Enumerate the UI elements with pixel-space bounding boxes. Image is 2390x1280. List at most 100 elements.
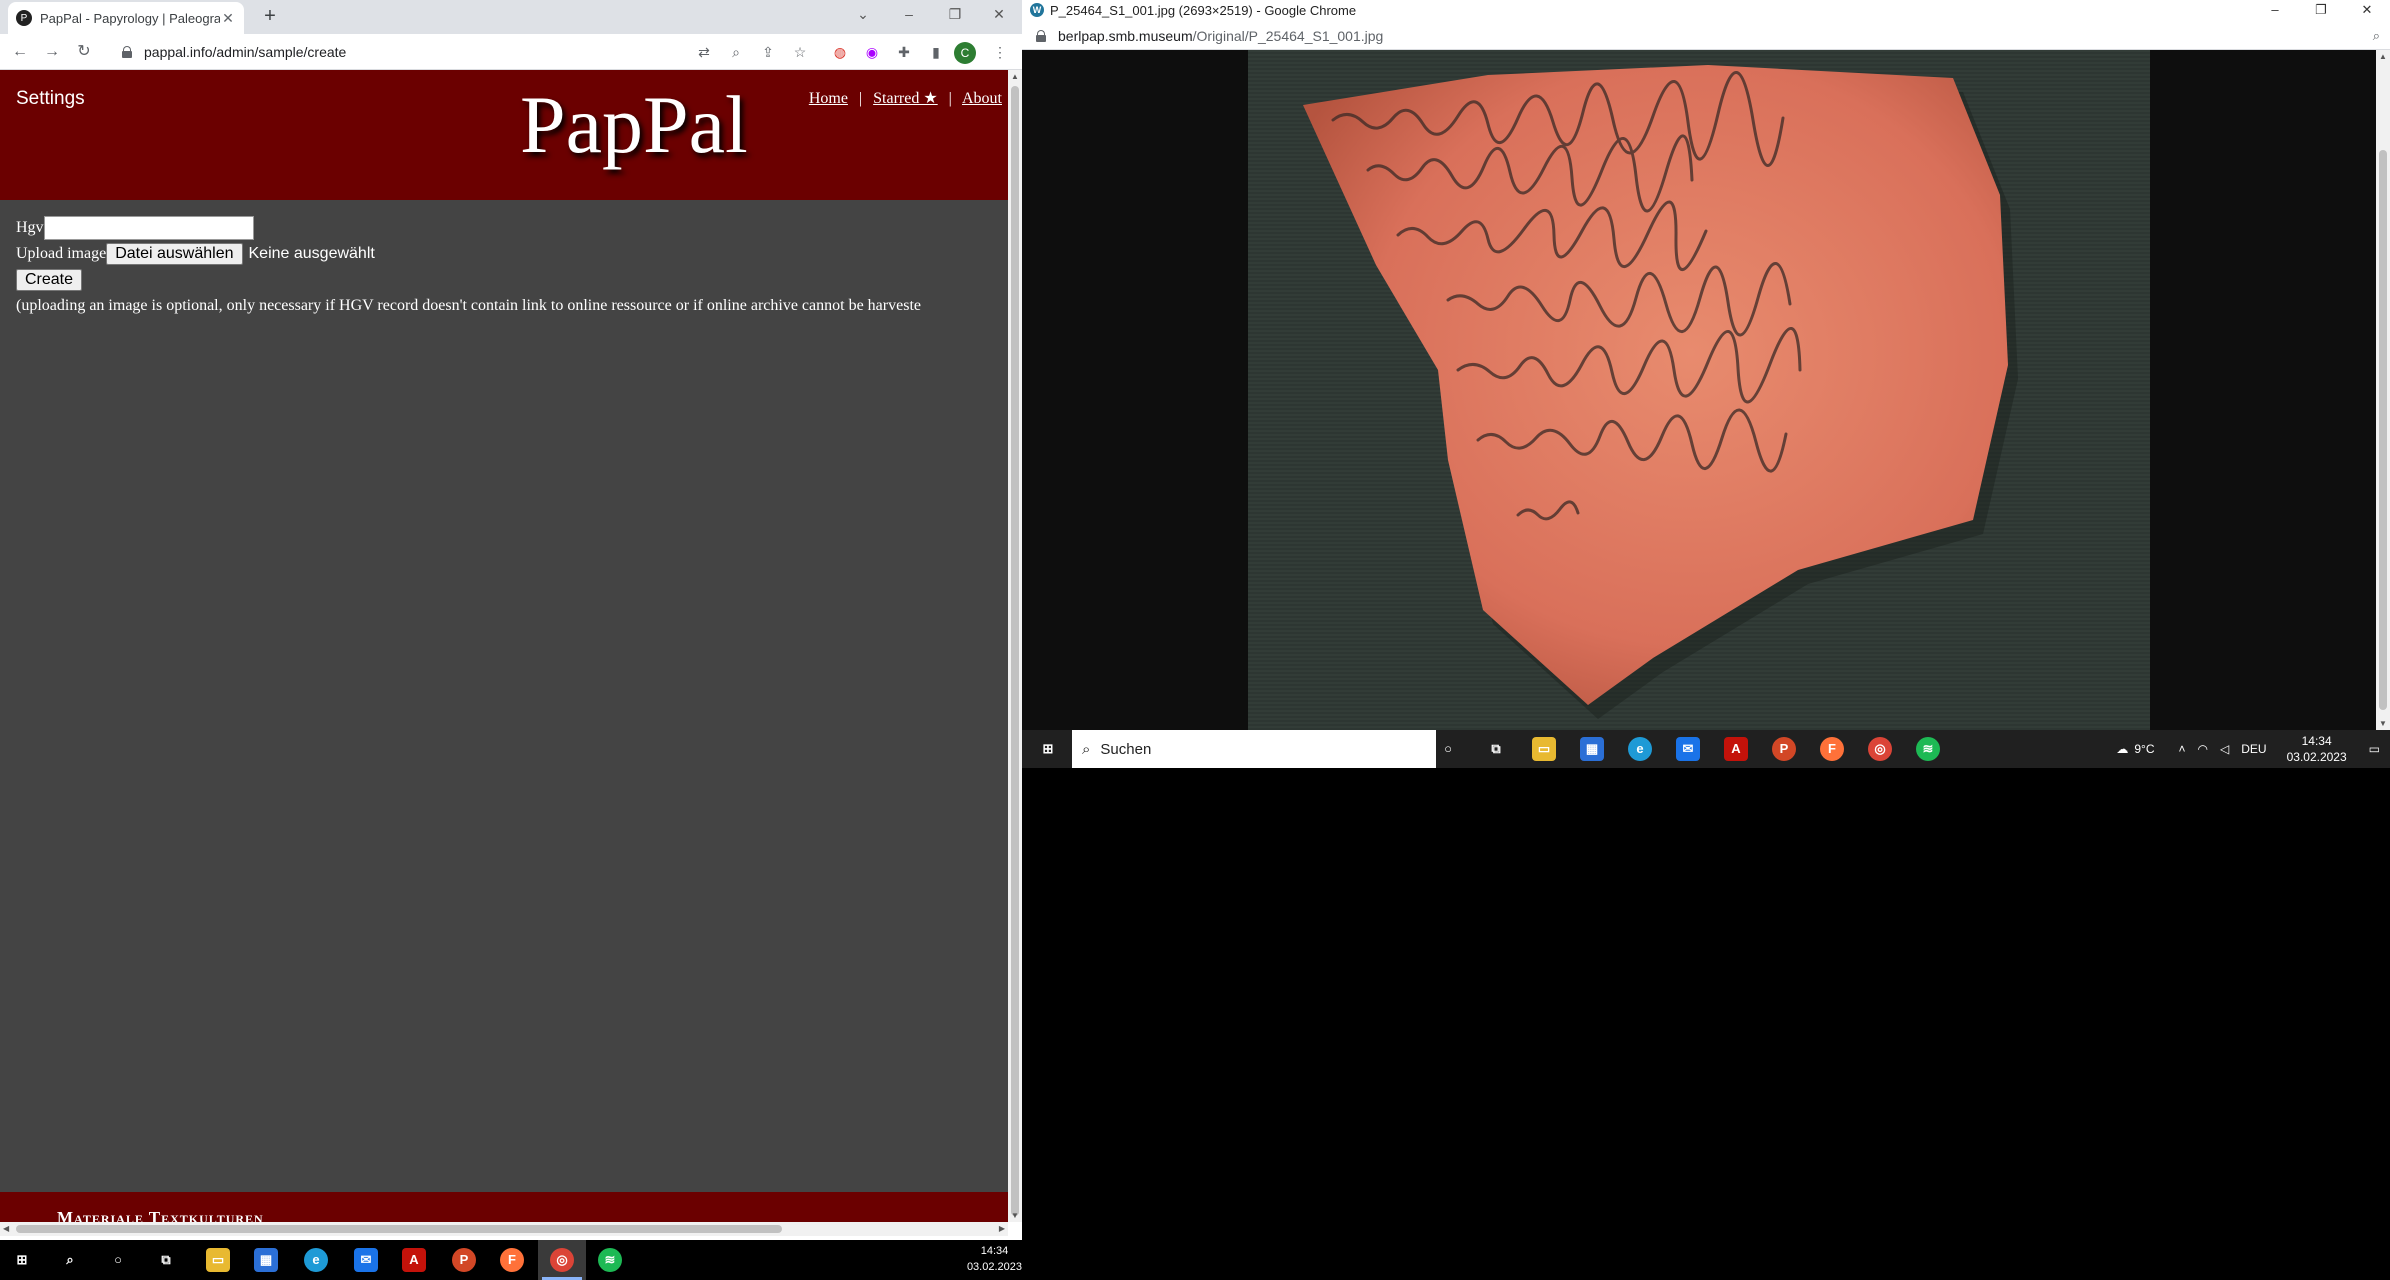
vertical-scrollbar[interactable]: ▲ ▼ [2376,50,2390,730]
spotify-icon[interactable]: ≋ [1916,737,1940,761]
upload-image-label: Upload image [16,245,107,262]
windows-start-icon[interactable]: ⊞ [10,1248,34,1272]
minimize-button[interactable]: – [2252,0,2298,22]
profile-avatar[interactable]: C [954,42,976,64]
volume-icon[interactable]: ◁ [2220,742,2229,756]
scroll-left-icon[interactable]: ◀ [3,1224,9,1233]
restore-button[interactable]: ❐ [932,0,978,30]
tab-close-icon[interactable]: ✕ [220,10,236,27]
zoom-icon[interactable]: ⌕ [2373,28,2380,44]
ostracon-image[interactable] [1248,50,2150,730]
window-title: P_25464_S1_001.jpg (2693×2519) - Google … [1050,3,1357,18]
forward-icon[interactable]: → [40,40,64,64]
vertical-scroll-thumb[interactable] [2379,150,2387,710]
horizontal-scroll-thumb[interactable] [16,1225,782,1233]
title-bar: W P_25464_S1_001.jpg (2693×2519) - Googl… [1022,0,2390,22]
tab-title: PapPal - Papyrology | Paleography [40,10,220,26]
image-viewer [1022,50,2376,730]
upload-note: (uploading an image is optional, only ne… [16,297,921,314]
edge-icon[interactable]: e [304,1248,328,1272]
powerpoint-icon[interactable]: P [1772,737,1796,761]
scroll-down-icon[interactable]: ▼ [1011,1211,1019,1220]
secondary-taskbar: ⊞ ⌕ Suchen ○ ⧉ ▭ ▦ e ✉ A P F ◎ ≋ ☁ 9°C ˄… [1022,730,2390,768]
system-tray: ☁ 9°C ˄ ◠ ◁ DEU 14:34 03.02.2023 ▭ [2116,730,2380,768]
scroll-down-icon[interactable]: ▼ [2379,719,2387,728]
settings-link[interactable]: Settings [16,88,85,110]
lock-icon [122,46,132,58]
clock[interactable]: 14:34 03.02.2023 [2287,733,2347,765]
translate-icon[interactable]: ⇄ [694,42,714,62]
search-placeholder: Suchen [1100,740,1152,758]
tab-search-icon[interactable]: ⌄ [840,0,886,30]
file-explorer-icon[interactable]: ▭ [206,1248,230,1272]
taskbar-search[interactable]: ⌕ Suchen [1072,730,1436,768]
store-icon[interactable]: ▦ [1580,737,1604,761]
clock-date: 03.02.2023 [2286,750,2347,764]
reload-icon[interactable]: ↻ [72,40,96,64]
chrome-icon[interactable]: ◎ [1868,737,1892,761]
powerpoint-icon[interactable]: P [452,1248,476,1272]
address-bar[interactable]: berlpap.smb.museum /Original/P_25464_S1_… [1022,22,2390,50]
file-status: Keine ausgewählt [248,245,375,262]
footer-title: Materiale Textkulturen [57,1208,264,1222]
menu-icon[interactable]: ⋮ [990,42,1010,62]
extension-red-icon[interactable]: ◍ [830,42,850,62]
choose-file-button[interactable]: Datei auswählen [106,243,243,265]
back-icon[interactable]: ← [8,40,32,64]
nav-about-link[interactable]: About [962,90,1002,107]
spotify-icon[interactable]: ≋ [598,1248,622,1272]
bookmark-star-icon[interactable]: ☆ [790,42,810,62]
nav-home-link[interactable]: Home [809,90,848,107]
network-icon[interactable]: ◠ [2198,742,2208,756]
scroll-right-icon[interactable]: ▶ [999,1224,1005,1233]
browser-toolbar: ← → ↻ pappal.info/admin/sample/create ⇄ … [0,34,1022,70]
close-window-button[interactable]: ✕ [2344,0,2390,22]
clock-time: 14:34 [980,1245,1009,1257]
extensions-puzzle-icon[interactable]: ✚ [894,42,914,62]
store-icon[interactable]: ▦ [254,1248,278,1272]
scroll-up-icon[interactable]: ▲ [1011,72,1019,81]
windows-start-icon[interactable]: ⊞ [1036,737,1060,761]
page-content: Settings PapPal Home | Starred ★ | About… [0,70,1008,1222]
notification-icon[interactable]: ▭ [2369,742,2380,756]
minimize-button[interactable]: – [886,0,932,30]
side-panel-icon[interactable]: ▮ [926,42,946,62]
browser-tab[interactable]: P PapPal - Papyrology | Paleography ✕ [8,2,244,34]
nav-separator: | [948,90,952,107]
clock[interactable]: 14:34 03.02.2023 [967,1243,1022,1275]
chrome-icon[interactable]: ◎ [550,1248,574,1272]
mail-icon[interactable]: ✉ [354,1248,378,1272]
search-icon[interactable]: ⌕ [58,1248,82,1272]
file-explorer-icon[interactable]: ▭ [1532,737,1556,761]
acrobat-icon[interactable]: A [1724,737,1748,761]
vertical-scrollbar[interactable]: ▲ ▼ [1008,70,1022,1222]
nav-starred-link[interactable]: Starred ★ [873,90,938,107]
close-window-button[interactable]: ✕ [976,0,1022,30]
main-taskbar: ⊞ ⌕ ○ ⧉ ▭ ▦ e ✉ A P F ◎ ≋ 14:34 03.02.20… [0,1240,2390,1280]
extension-purple-icon[interactable]: ◉ [862,42,882,62]
edge-icon[interactable]: e [1628,737,1652,761]
language-indicator[interactable]: DEU [2241,742,2266,756]
tray-chevron-icon[interactable]: ˄ [2179,742,2186,756]
hgv-label: Hgv [16,219,44,236]
tab-strip: P PapPal - Papyrology | Paleography ✕ + … [0,0,1022,34]
horizontal-scrollbar[interactable]: ◀ ▶ [0,1222,1008,1236]
task-view-icon[interactable]: ⧉ [154,1248,178,1272]
scroll-up-icon[interactable]: ▲ [2379,52,2387,61]
hgv-input[interactable] [43,216,254,240]
firefox-icon[interactable]: F [500,1248,524,1272]
cortana-icon[interactable]: ○ [1436,737,1460,761]
new-tab-button[interactable]: + [258,4,282,28]
acrobat-icon[interactable]: A [402,1248,426,1272]
share-icon[interactable]: ⇪ [758,42,778,62]
restore-button[interactable]: ❐ [2298,0,2344,22]
vertical-scroll-thumb[interactable] [1011,86,1019,1216]
firefox-icon[interactable]: F [1820,737,1844,761]
zoom-icon[interactable]: ⌕ [726,42,746,62]
url-domain: berlpap.smb.museum [1058,27,1193,44]
mail-icon[interactable]: ✉ [1676,737,1700,761]
cortana-icon[interactable]: ○ [106,1248,130,1272]
create-button[interactable]: Create [16,269,83,291]
weather-temp[interactable]: 9°C [2134,742,2154,756]
task-view-icon[interactable]: ⧉ [1484,737,1508,761]
